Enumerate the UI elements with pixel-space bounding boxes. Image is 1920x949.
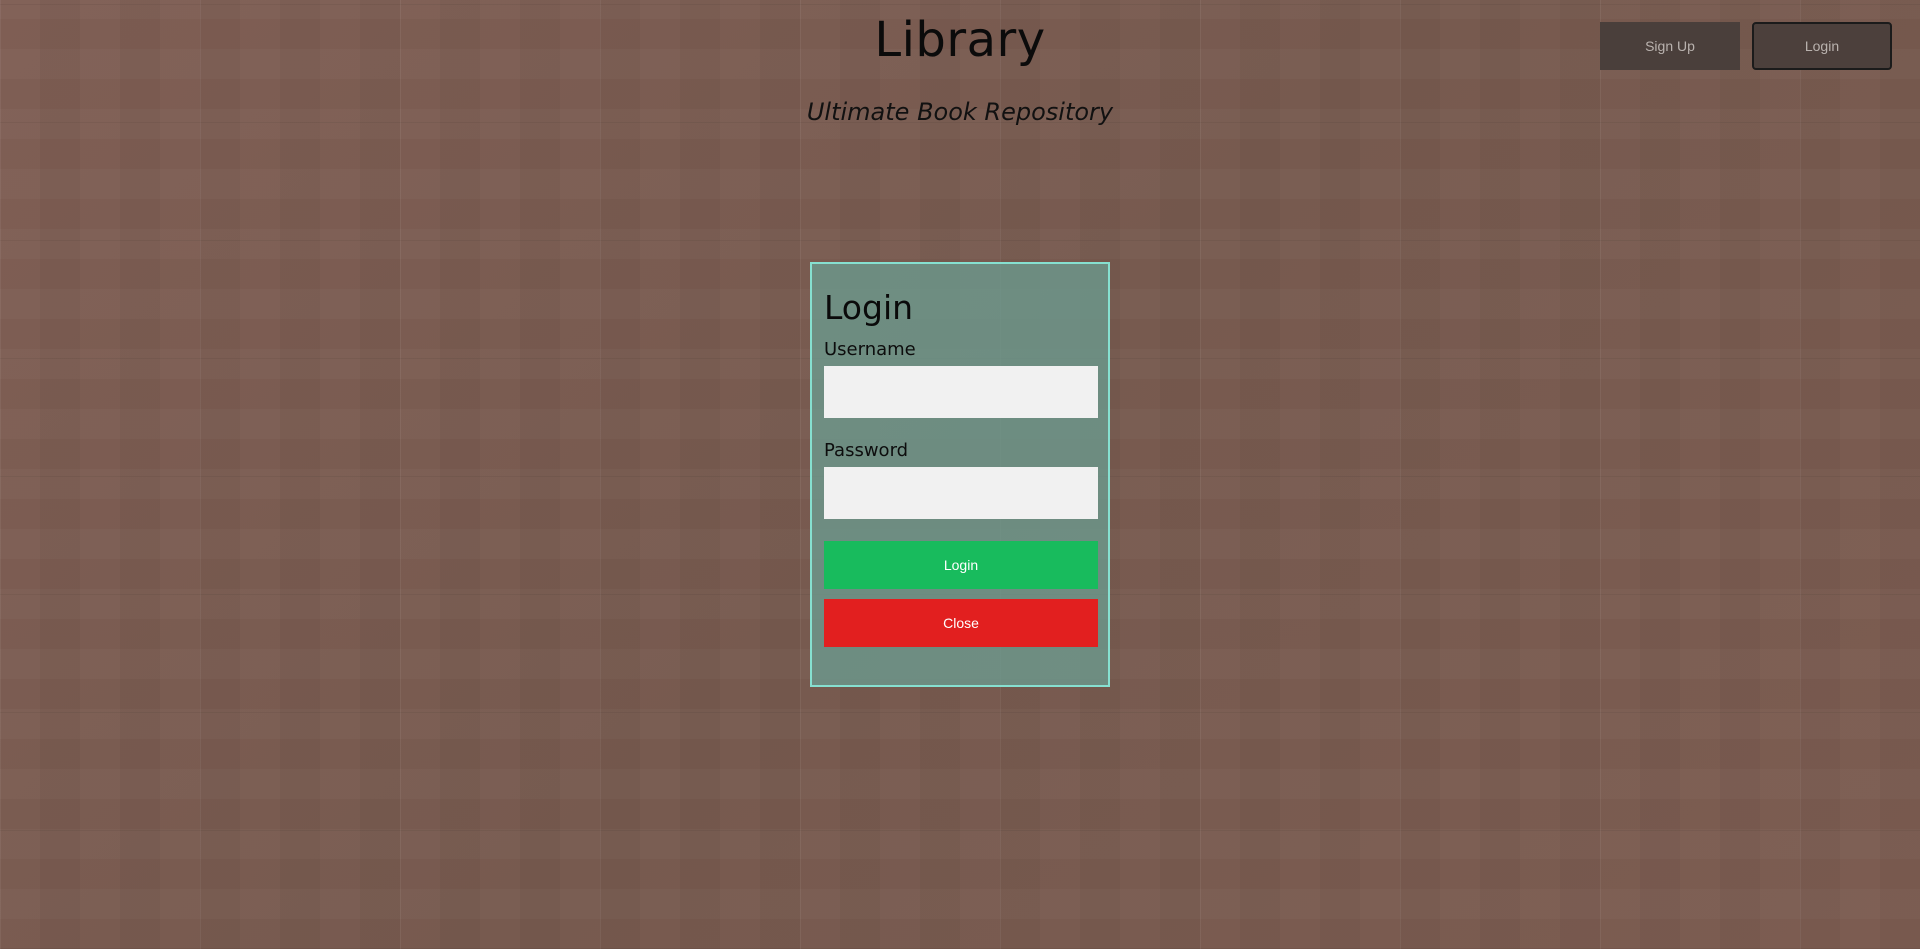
site-subtitle: Ultimate Book Repository: [806, 98, 1114, 126]
login-submit-button[interactable]: Login: [824, 541, 1098, 589]
username-input[interactable]: [824, 366, 1098, 418]
site-header: Library Ultimate Book Repository Sign Up…: [0, 0, 1920, 140]
password-label: Password: [824, 440, 909, 461]
password-input[interactable]: [824, 467, 1098, 519]
close-button[interactable]: Close: [824, 599, 1098, 647]
username-label: Username: [824, 339, 916, 360]
login-nav-button[interactable]: Login: [1752, 22, 1892, 70]
login-modal: Login Username Password Login Close: [810, 262, 1110, 687]
login-modal-title: Login: [824, 288, 914, 327]
header-nav: Sign Up Login: [1600, 22, 1892, 70]
signup-button[interactable]: Sign Up: [1600, 22, 1740, 70]
